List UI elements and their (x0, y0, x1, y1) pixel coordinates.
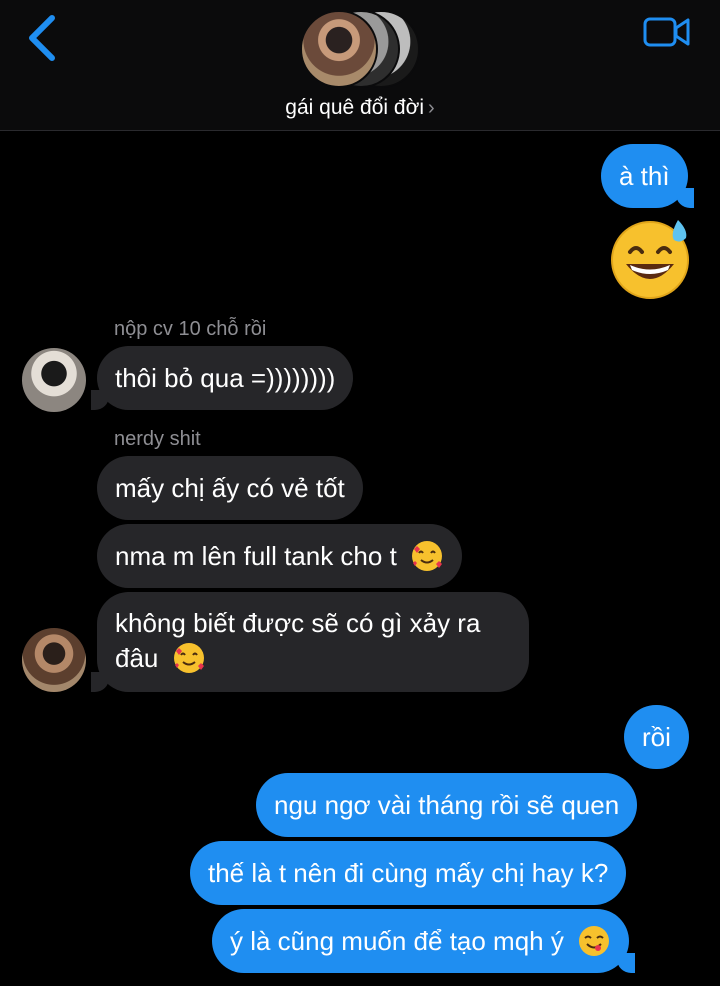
grinning-face-with-sweat-emoji-icon[interactable] (608, 214, 694, 300)
message-text: thôi bỏ qua =)))))))) (115, 363, 336, 393)
sender-name: nộp cv 10 chỗ rồi (114, 318, 267, 340)
message-bubble-outgoing[interactable]: ngu ngơ vài tháng rồi sẽ quen (256, 773, 638, 837)
smiling-face-with-hearts-emoji-icon (412, 541, 443, 572)
back-chevron-icon[interactable] (24, 14, 60, 62)
message-text: ý là cũng muốn để tạo mqh ý (230, 926, 564, 956)
group-name: gái quê đổi đời (285, 96, 425, 119)
message-bubble-incoming[interactable]: thôi bỏ qua =)))))))) (90, 346, 354, 410)
message-bubble-incoming[interactable]: nma m lên full tank cho t (97, 524, 463, 588)
smiling-face-with-hearts-emoji-icon (173, 643, 204, 674)
message-bubble-incoming[interactable]: không biết được sẽ có gì xảy ra đâu (91, 592, 529, 692)
chat-header: gái quê đổi đời › (0, 0, 720, 131)
message-text: nma m lên full tank cho t (115, 541, 397, 571)
video-call-icon[interactable] (642, 14, 692, 50)
group-avatar-1 (300, 10, 378, 88)
message-bubble-outgoing[interactable]: rồi (624, 705, 689, 769)
message-text: thế là t nên đi cùng mấy chị hay k? (208, 858, 609, 888)
group-avatar-stack[interactable] (300, 8, 420, 92)
message-bubble-outgoing[interactable]: ý là cũng muốn để tạo mqh ý (212, 909, 636, 973)
message-bubble-outgoing[interactable]: thế là t nên đi cùng mấy chị hay k? (190, 841, 627, 905)
message-bubble-outgoing[interactable]: à thì (601, 144, 694, 208)
message-bubble-incoming[interactable]: mấy chị ấy có vẻ tốt (97, 456, 363, 520)
sender-name: nerdy shit (114, 428, 201, 450)
chevron-right-icon: › (428, 97, 435, 119)
message-text: không biết được sẽ có gì xảy ra đâu (115, 608, 481, 673)
message-text: mấy chị ấy có vẻ tốt (115, 473, 345, 503)
message-text: rồi (642, 722, 671, 752)
group-name-button[interactable]: gái quê đổi đời › (0, 96, 720, 120)
message-text: à thì (619, 161, 670, 191)
sender-avatar[interactable] (22, 348, 86, 412)
sender-avatar[interactable] (22, 628, 86, 692)
message-text: ngu ngơ vài tháng rồi sẽ quen (274, 790, 620, 820)
face-savoring-food-emoji-icon (579, 926, 610, 957)
